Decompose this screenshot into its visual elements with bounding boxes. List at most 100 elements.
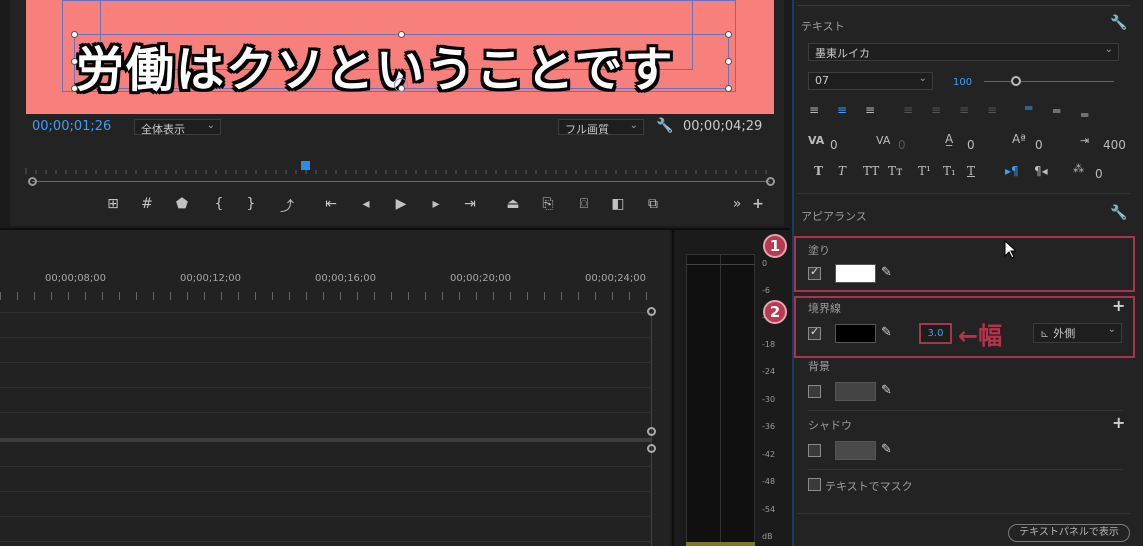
rtl-icon[interactable]: ¶◂ [1034,164,1048,178]
show-in-text-panel-button[interactable]: テキストパネルで表示 [1008,524,1130,542]
text-wrench-icon[interactable]: 🔧 [1110,15,1127,31]
zoom-select[interactable]: 全体表示 ⌄ [134,119,221,136]
camera-icon[interactable]: ⌼ [574,196,594,212]
transform-handle[interactable] [71,85,78,92]
scrollbar-handle-right[interactable] [766,177,775,186]
font-select[interactable]: 墨東ルイカ ⌄ [808,43,1119,61]
add-stroke-button[interactable]: + [1112,296,1125,315]
faux-italic-icon[interactable]: T [838,164,846,178]
shadow-color-swatch[interactable] [835,441,876,460]
scrollbar-handle[interactable] [647,307,656,316]
shadow-label: シャドウ [808,419,852,432]
settings-wrench-icon[interactable]: 🔧 [656,118,673,134]
transform-handle[interactable] [398,31,405,38]
background-color-swatch[interactable] [835,382,876,401]
justify-center-icon[interactable]: ≡ [931,103,941,117]
scrollbar-handle[interactable] [647,444,656,453]
transform-handle[interactable] [725,31,732,38]
stroke-position-icon: ⊾ [1040,327,1050,340]
transform-handle[interactable] [725,58,732,65]
eyedropper-icon[interactable]: ✎ [881,383,892,398]
eyedropper-icon[interactable]: ✎ [881,325,892,340]
fill-color-swatch[interactable] [835,264,876,283]
add-shadow-button[interactable]: + [1112,413,1125,432]
eyedropper-icon[interactable]: ✎ [881,442,892,457]
timeline-ruler[interactable] [0,292,650,300]
stroke-checkbox[interactable] [808,325,821,340]
all-caps-icon[interactable]: TT [863,164,879,178]
align-right-icon[interactable]: ≡ [865,103,875,117]
superscript-icon[interactable]: T¹ [918,164,931,178]
scrollbar-handle-left[interactable] [28,177,37,186]
align-middle-icon[interactable]: ═ [1053,104,1060,118]
extract-icon[interactable]: ⎘ [538,196,558,212]
subscript-icon[interactable]: T₁ [943,164,956,178]
mark-in-icon[interactable]: { [209,196,229,212]
button-editor-add[interactable]: + [748,196,768,212]
lift-icon[interactable]: ⏏ [503,196,523,212]
add-marker-icon[interactable]: ⬟ [172,196,192,212]
justify-all-icon[interactable]: ≡ [987,103,997,117]
stroke-position-select[interactable]: ⊾ 外側 ⌄ [1033,323,1122,343]
font-size-slider-thumb[interactable] [1011,76,1021,86]
mask-with-text-checkbox[interactable] [808,478,821,491]
leading-value[interactable]: 0 [967,138,975,152]
go-to-in-icon[interactable]: ⇤ [321,196,341,212]
annotation-badge-2: 2 [763,300,787,324]
leading-icon: A̲ [945,132,954,146]
fill-checkbox[interactable] [808,265,821,280]
play-icon[interactable]: ▶ [391,196,411,212]
justify-left-icon[interactable]: ≡ [903,103,913,117]
align-center-icon[interactable]: ≡ [837,103,847,117]
tab-width-value[interactable]: 400 [1103,138,1126,152]
track-divider [0,312,650,313]
current-timecode[interactable]: 00;00;01;26 [32,119,111,134]
eyedropper-icon[interactable]: ✎ [881,265,892,280]
meter-peak-line [686,264,755,265]
anchor-point-icon[interactable] [394,78,408,92]
scrollbar-handle[interactable] [647,427,656,436]
transform-handle[interactable] [71,31,78,38]
faux-bold-icon[interactable]: T [814,164,823,178]
step-forward-icon[interactable]: ▸ [426,196,446,212]
transform-handle[interactable] [71,58,78,65]
kerning-value[interactable]: 0 [830,138,838,152]
stroke-width-input[interactable]: 3.0 [919,323,952,344]
justify-right-icon[interactable]: ≡ [959,103,969,117]
transform-handle[interactable] [725,85,732,92]
playhead[interactable] [301,161,310,170]
video-audio-separator[interactable] [0,438,652,442]
baseline-value[interactable]: 0 [1035,138,1043,152]
font-size-slider-track[interactable] [984,81,1114,82]
step-back-icon[interactable]: ◂ [356,196,376,212]
loop-icon[interactable]: ⤴ [277,196,297,216]
grid-icon[interactable]: # [137,196,157,212]
monitor-time-ruler[interactable] [24,160,774,176]
small-caps-icon[interactable]: Tт [888,164,903,178]
tracking-value[interactable]: 0 [898,138,906,152]
mark-out-icon[interactable]: } [241,196,261,212]
db-label: -48 [762,477,776,486]
zoom-scrollbar[interactable] [32,181,770,182]
ltr-icon[interactable]: ▸¶ [1005,164,1019,178]
go-to-out-icon[interactable]: ⇥ [460,196,480,212]
track-divider [0,412,650,413]
multicam-icon[interactable]: ⧉ [643,196,663,212]
align-top-icon[interactable]: ═ [1025,101,1032,115]
tsume-value[interactable]: 0 [1095,167,1103,181]
shadow-checkbox[interactable] [808,444,821,457]
background-checkbox[interactable] [808,385,821,398]
compare-icon[interactable]: ◧ [608,196,628,212]
appearance-wrench-icon[interactable]: 🔧 [1110,205,1127,221]
resolution-select[interactable]: フル画質 ⌄ [558,119,644,136]
underline-icon[interactable]: T [967,164,975,178]
font-style-select[interactable]: 07 ⌄ [808,72,933,90]
marker-icon[interactable]: ⊞ [103,196,123,212]
track-divider [0,516,650,517]
align-left-icon[interactable]: ≡ [809,103,819,117]
font-size-value[interactable]: 100 [953,77,972,88]
caption-text[interactable]: 労働はクソということです [76,30,675,100]
more-button[interactable]: » [727,196,747,212]
align-bottom-icon[interactable]: ═ [1081,108,1088,122]
stroke-color-swatch[interactable] [835,324,876,343]
